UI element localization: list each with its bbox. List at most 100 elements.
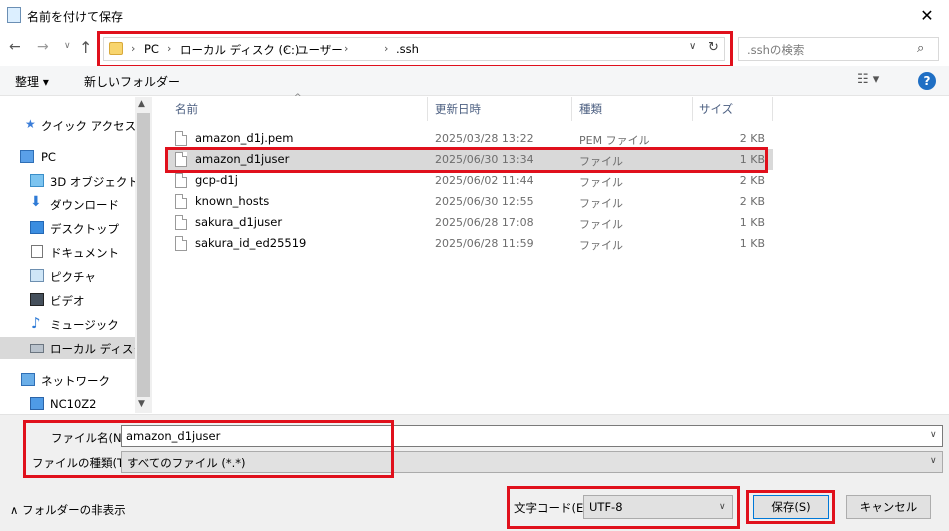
sidebar-item-nc10z2[interactable]: NC10Z2 [0, 393, 135, 413]
filename-highlight-box [23, 420, 394, 478]
sidebar-item-documents[interactable]: ドキュメント [0, 241, 135, 263]
file-type: ファイル [579, 239, 623, 252]
file-name: amazon_d1j.pem [195, 131, 294, 145]
sidebar-item-label: ネットワーク [41, 374, 110, 388]
file-date: 2025/03/28 13:22 [435, 132, 534, 145]
sidebar-item-label: ダウンロード [50, 198, 119, 212]
file-row[interactable]: sakura_d1juser 2025/06/28 17:08 ファイル 1 K… [167, 212, 773, 233]
address-highlight-box [97, 31, 733, 68]
cancel-button[interactable]: キャンセル [846, 495, 931, 519]
search-icon: ⌕ [917, 41, 925, 56]
sidebar-item-desktop[interactable]: デスクトップ [0, 217, 135, 239]
file-type: PEM ファイル [579, 134, 650, 147]
file-date: 2025/06/28 17:08 [435, 216, 534, 229]
music-icon: ♪ [31, 314, 41, 332]
file-type: ファイル [579, 176, 623, 189]
computer-icon [20, 150, 34, 163]
sidebar-item-pc[interactable]: PC [0, 146, 135, 168]
sidebar-item-pictures[interactable]: ピクチャ [0, 265, 135, 287]
file-type: ファイル [579, 197, 623, 210]
hide-folders-label: フォルダーの非表示 [22, 503, 126, 517]
notepad-icon [7, 7, 21, 23]
sidebar-item-videos[interactable]: ビデオ [0, 289, 135, 311]
encoding-highlight-box [507, 486, 740, 529]
column-header-date[interactable]: 更新日時 [435, 101, 481, 117]
save-highlight-box [746, 490, 835, 524]
column-header-name[interactable]: 名前 [175, 101, 198, 117]
file-row[interactable]: amazon_d1j.pem 2025/03/28 13:22 PEM ファイル… [167, 128, 773, 149]
sidebar-item-label: 3D オブジェクト [50, 175, 139, 189]
file-row[interactable]: sakura_id_ed25519 2025/06/28 11:59 ファイル … [167, 233, 773, 254]
search-input[interactable]: .sshの検索 ⌕ [738, 37, 939, 61]
column-separator[interactable] [772, 97, 773, 121]
cube-icon [30, 174, 44, 187]
chevron-down-icon: ∨ [930, 456, 937, 466]
column-separator[interactable] [427, 97, 428, 121]
recent-locations-chevron-icon[interactable]: ∨ [64, 41, 71, 51]
sidebar-item-quick-access[interactable]: ★ クイック アクセス [0, 114, 136, 136]
window-title: 名前を付けて保存 [27, 10, 124, 24]
column-header-size[interactable]: サイズ [699, 101, 733, 117]
title-bar [0, 0, 949, 31]
sidebar-item-label: NC10Z2 [50, 397, 97, 411]
file-size: 2 KB [739, 174, 765, 187]
view-options-icon[interactable]: ☷ ▾ [857, 72, 879, 87]
selected-file-highlight-box [165, 147, 768, 173]
network-icon [21, 373, 35, 386]
file-size: 1 KB [739, 216, 765, 229]
sidebar-item-label: ドキュメント [50, 246, 119, 260]
file-name: known_hosts [195, 194, 270, 208]
forward-arrow-icon[interactable]: → [37, 39, 49, 55]
close-button[interactable]: ✕ [905, 0, 949, 31]
back-arrow-icon[interactable]: ← [9, 39, 21, 55]
up-arrow-icon[interactable]: ↑ [79, 38, 92, 57]
new-folder-button[interactable]: 新しいフォルダー [84, 73, 180, 90]
file-name: gcp-d1j [195, 173, 238, 187]
toolbar: 整理 ▾ 新しいフォルダー ☷ ▾ ? [0, 66, 949, 96]
star-icon: ★ [25, 117, 36, 131]
scroll-down-icon[interactable]: ▼ [138, 399, 145, 409]
column-header-type[interactable]: 種類 [579, 101, 602, 117]
file-icon [175, 173, 187, 188]
column-separator[interactable] [571, 97, 572, 121]
file-icon [175, 194, 187, 209]
drive-icon [30, 344, 44, 353]
sidebar-item-local-disk[interactable]: ローカル ディスク (C [0, 337, 152, 359]
sidebar-item-label: ビデオ [50, 294, 85, 308]
filename-dropdown-icon[interactable]: ∨ [930, 430, 937, 440]
hide-folders-toggle[interactable]: ∧ フォルダーの非表示 [10, 502, 126, 518]
sidebar-item-label: ピクチャ [50, 270, 96, 284]
sidebar-item-label: ミュージック [50, 318, 119, 332]
file-row[interactable]: gcp-d1j 2025/06/02 11:44 ファイル 2 KB [167, 170, 773, 191]
file-size: 2 KB [739, 132, 765, 145]
file-icon [175, 236, 187, 251]
monitor-icon [30, 397, 44, 410]
sidebar-item-network[interactable]: ネットワーク [0, 369, 135, 391]
file-name: sakura_d1juser [195, 215, 283, 229]
file-date: 2025/06/30 12:55 [435, 195, 534, 208]
scroll-up-icon[interactable]: ▲ [138, 99, 145, 109]
file-date: 2025/06/02 11:44 [435, 174, 534, 187]
help-icon[interactable]: ? [918, 72, 936, 90]
file-type: ファイル [579, 218, 623, 231]
sidebar-item-downloads[interactable]: ⬇ ダウンロード [0, 193, 135, 215]
file-icon [175, 131, 187, 146]
sort-ascending-icon: ^ [294, 93, 302, 103]
file-size: 1 KB [739, 237, 765, 250]
document-icon [31, 245, 43, 258]
sidebar-item-label: デスクトップ [50, 222, 119, 236]
file-icon [175, 215, 187, 230]
download-icon: ⬇ [30, 194, 42, 210]
file-row[interactable]: known_hosts 2025/06/30 12:55 ファイル 2 KB [167, 191, 773, 212]
sidebar-item-3d-objects[interactable]: 3D オブジェクト [0, 170, 139, 192]
file-size: 2 KB [739, 195, 765, 208]
desktop-icon [30, 221, 44, 234]
navigation-pane: ★ クイック アクセス PC 3D オブジェクト ⬇ ダウンロード デスクトップ… [0, 97, 152, 413]
picture-icon [30, 269, 44, 282]
video-icon [30, 293, 44, 306]
sidebar-scrollbar-thumb[interactable] [137, 113, 150, 397]
organize-button[interactable]: 整理 ▾ [15, 73, 49, 90]
column-separator[interactable] [692, 97, 693, 121]
file-date: 2025/06/28 11:59 [435, 237, 534, 250]
sidebar-item-music[interactable]: ♪ ミュージック [0, 313, 135, 335]
